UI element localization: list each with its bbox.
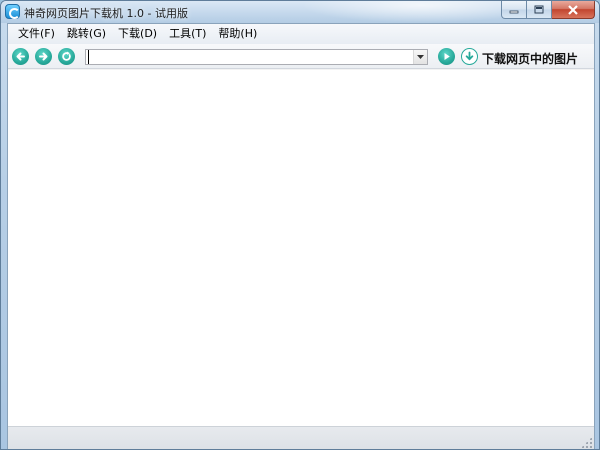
toolbar: 下载网页中的图片 [8, 44, 594, 69]
forward-button[interactable] [35, 48, 52, 65]
menu-help[interactable]: 帮助(H) [212, 25, 263, 43]
download-icon [465, 51, 474, 61]
close-icon [568, 4, 578, 15]
menu-file[interactable]: 文件(F) [12, 25, 61, 43]
menu-tools[interactable]: 工具(T) [163, 25, 212, 43]
menu-download[interactable]: 下载(D) [112, 25, 163, 43]
resize-grip[interactable] [581, 437, 592, 448]
menu-bar: 文件(F) 跳转(G) 下载(D) 工具(T) 帮助(H) [8, 24, 594, 44]
window-title: 神奇网页图片下载机 1.0 - 试用版 [24, 7, 188, 20]
maximize-icon [534, 5, 544, 14]
minimize-button[interactable] [501, 1, 527, 19]
back-arrow-icon [16, 52, 25, 61]
forward-arrow-icon [39, 52, 48, 61]
address-combobox[interactable] [85, 49, 428, 65]
menu-goto[interactable]: 跳转(G) [61, 25, 112, 43]
download-images-button[interactable] [461, 48, 478, 65]
refresh-button[interactable] [58, 48, 75, 65]
chevron-down-icon [417, 55, 424, 59]
back-button[interactable] [12, 48, 29, 65]
address-input[interactable] [88, 50, 410, 64]
go-button[interactable] [438, 48, 455, 65]
play-icon [444, 53, 450, 60]
address-dropdown-button[interactable] [413, 50, 427, 64]
title-bar[interactable]: 神奇网页图片下载机 1.0 - 试用版 [1, 1, 599, 23]
app-icon[interactable] [5, 4, 20, 19]
status-bar [8, 426, 594, 449]
refresh-icon [62, 51, 71, 61]
browser-content-area[interactable] [8, 70, 594, 426]
client-area: 文件(F) 跳转(G) 下载(D) 工具(T) 帮助(H) 下载网页中的图片 [7, 23, 595, 449]
minimize-icon [509, 10, 519, 13]
download-images-label[interactable]: 下载网页中的图片 [482, 50, 578, 67]
app-window: 神奇网页图片下载机 1.0 - 试用版 文件(F) 跳转(G) 下载(D) 工具… [0, 0, 600, 450]
close-button[interactable] [552, 1, 595, 19]
maximize-button[interactable] [527, 1, 552, 19]
caption-buttons [501, 1, 595, 19]
